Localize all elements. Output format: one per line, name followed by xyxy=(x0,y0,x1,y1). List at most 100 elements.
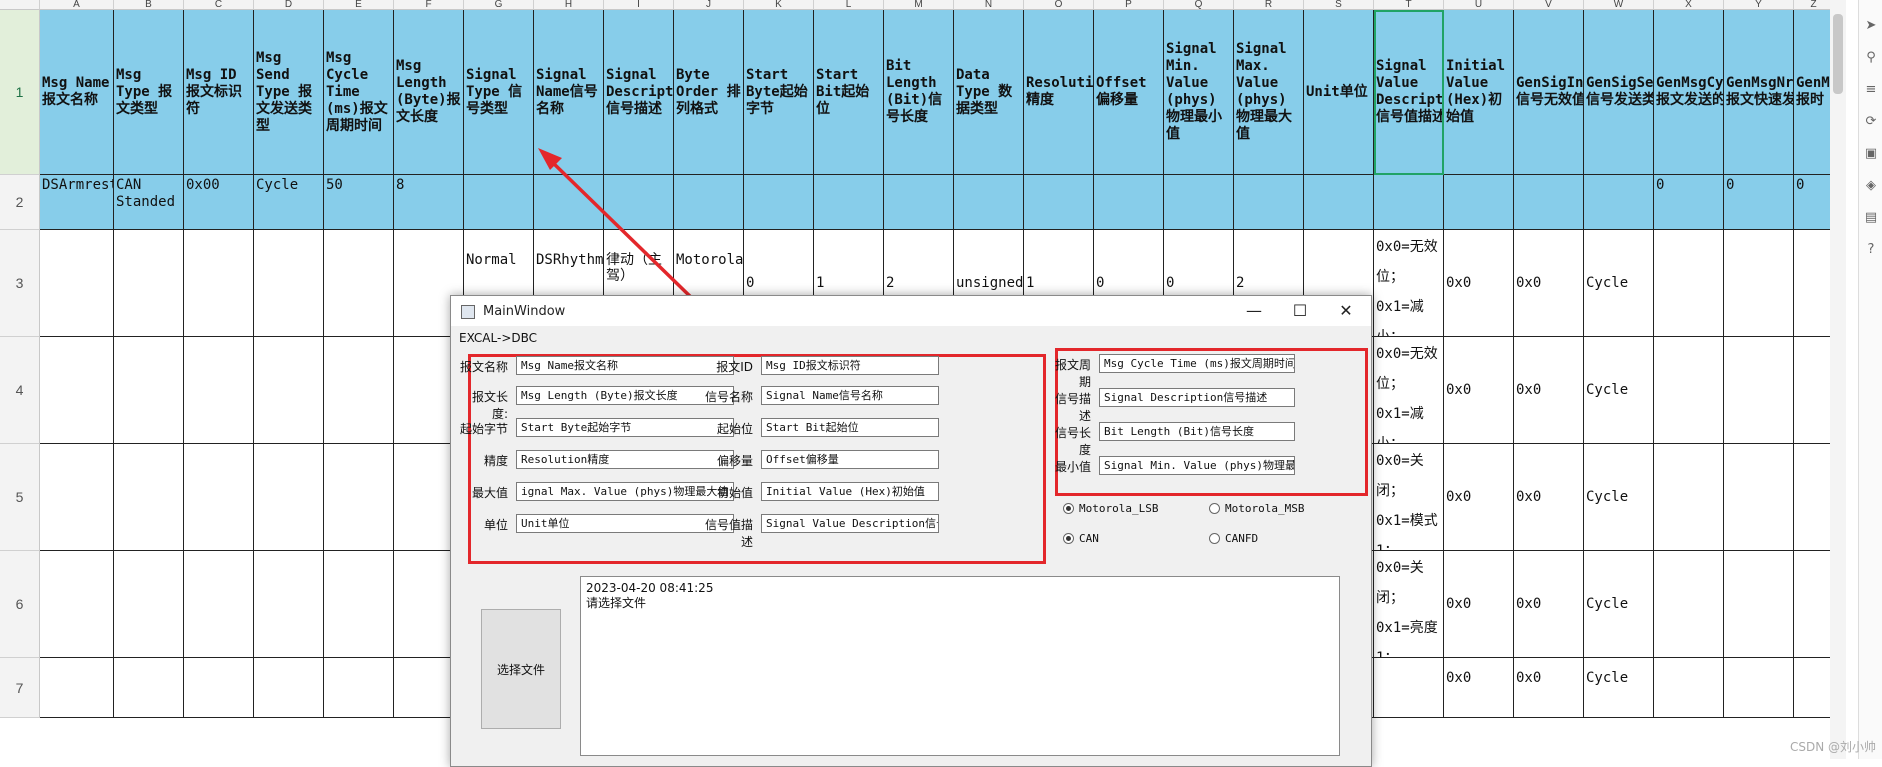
header-cell[interactable]: Signal Value Description信号值描述 xyxy=(1374,10,1444,175)
column-header[interactable]: R xyxy=(1234,0,1304,10)
data-cell[interactable]: 0x0 xyxy=(1444,658,1514,718)
column-header[interactable]: W xyxy=(1584,0,1654,10)
data-cell[interactable] xyxy=(1724,551,1794,658)
data-cell[interactable]: Cycle xyxy=(1584,337,1654,444)
column-header[interactable]: S xyxy=(1304,0,1374,10)
close-button[interactable]: ✕ xyxy=(1323,296,1369,326)
row-header[interactable]: 5 xyxy=(0,444,40,551)
header-cell[interactable]: Signal Min. Value (phys) 物理最小值 xyxy=(1164,10,1234,175)
header-cell[interactable]: Bit Length (Bit)信号长度 xyxy=(884,10,954,175)
header-cell[interactable]: Signal Name信号名称 xyxy=(534,10,604,175)
data-cell[interactable] xyxy=(114,337,184,444)
data-cell[interactable] xyxy=(1654,337,1724,444)
pin-icon[interactable]: ◈ xyxy=(1863,178,1879,194)
data-cell[interactable] xyxy=(184,444,254,551)
field-input-signal-name[interactable]: Signal Name信号名称 xyxy=(761,386,939,405)
data-cell[interactable] xyxy=(184,658,254,718)
header-cell[interactable]: GenSigSendType信号发送类型 xyxy=(1584,10,1654,175)
data-cell[interactable] xyxy=(1724,337,1794,444)
data-cell[interactable] xyxy=(254,230,324,337)
field-input-msg-cycle[interactable]: Msg Cycle Time (ms)报文周期时间 xyxy=(1099,354,1295,373)
vertical-scrollbar-thumb[interactable] xyxy=(1833,14,1843,94)
data-cell[interactable] xyxy=(674,175,744,230)
data-cell[interactable] xyxy=(1794,551,1830,658)
data-cell[interactable] xyxy=(1584,175,1654,230)
data-cell[interactable]: 0x0 xyxy=(1514,551,1584,658)
data-cell[interactable] xyxy=(1654,551,1724,658)
menu-excal-dbc[interactable]: EXCAL->DBC xyxy=(459,331,537,345)
column-header[interactable]: K xyxy=(744,0,814,10)
header-cell[interactable]: Msg Send Type 报文发送类型 xyxy=(254,10,324,175)
field-input-min-value[interactable]: Signal Min. Value (phys)物理最小值 xyxy=(1099,456,1295,475)
header-cell[interactable]: Msg Type 报文类型 xyxy=(114,10,184,175)
data-cell[interactable] xyxy=(1724,230,1794,337)
header-cell[interactable]: GenSigInactiveValue 信号无效值 xyxy=(1514,10,1584,175)
data-cell[interactable] xyxy=(324,444,394,551)
column-header[interactable]: B xyxy=(114,0,184,10)
data-cell[interactable]: 8 xyxy=(394,175,464,230)
data-cell[interactable] xyxy=(1304,175,1374,230)
data-cell[interactable] xyxy=(1794,658,1830,718)
field-input-msg-id[interactable]: Msg ID报文标识符 xyxy=(761,356,939,375)
data-cell[interactable] xyxy=(534,175,604,230)
column-header[interactable]: Y xyxy=(1724,0,1794,10)
window-titlebar[interactable]: MainWindow — ☐ ✕ xyxy=(451,296,1371,326)
data-cell[interactable] xyxy=(954,175,1024,230)
data-cell[interactable]: 0x0 xyxy=(1514,444,1584,551)
data-cell[interactable] xyxy=(744,175,814,230)
data-cell[interactable]: CAN Standed xyxy=(114,175,184,230)
data-cell[interactable]: 0 xyxy=(1794,175,1830,230)
data-cell[interactable]: 0x0=关闭； 0x1=模式1； 0x2=模式2； 0x3=模式3； xyxy=(1374,444,1444,551)
maximize-button[interactable]: ☐ xyxy=(1277,296,1323,326)
data-cell[interactable] xyxy=(1724,444,1794,551)
column-header[interactable]: X xyxy=(1654,0,1724,10)
column-header[interactable]: L xyxy=(814,0,884,10)
header-cell[interactable]: Signal Type 信号类型 xyxy=(464,10,534,175)
data-cell[interactable] xyxy=(1654,444,1724,551)
main-window[interactable]: MainWindow — ☐ ✕ EXCAL->DBC 报文名称 Msg Name… xyxy=(450,295,1372,767)
data-cell[interactable]: 0 xyxy=(1724,175,1794,230)
row-header[interactable]: 3 xyxy=(0,230,40,337)
data-cell[interactable]: 0x0=无效位； 0x1=减小； 0x2=增大 xyxy=(1374,337,1444,444)
field-input-signal-length[interactable]: Bit Length (Bit)信号长度 xyxy=(1099,422,1295,441)
radio-motorola-msb[interactable]: Motorola_MSB xyxy=(1209,502,1304,515)
data-cell[interactable] xyxy=(324,551,394,658)
data-cell[interactable] xyxy=(40,551,114,658)
data-cell[interactable]: 0x0 xyxy=(1444,551,1514,658)
data-cell[interactable] xyxy=(254,658,324,718)
data-cell[interactable] xyxy=(1094,175,1164,230)
select-all-corner[interactable] xyxy=(0,0,40,10)
header-cell[interactable]: GenMsgNrOfRepetition 报文快速发送的次数 xyxy=(1724,10,1794,175)
column-header[interactable]: J xyxy=(674,0,744,10)
data-cell[interactable] xyxy=(324,658,394,718)
data-cell[interactable]: Cycle xyxy=(1584,551,1654,658)
data-cell[interactable] xyxy=(40,444,114,551)
header-cell[interactable]: Msg ID 报文标识符 xyxy=(184,10,254,175)
column-header[interactable]: F xyxy=(394,0,464,10)
header-cell[interactable]: Msg Cycle Time (ms)报文周期时间 xyxy=(324,10,394,175)
data-cell[interactable] xyxy=(1444,175,1514,230)
header-cell[interactable]: Msg Length (Byte)报文长度 xyxy=(394,10,464,175)
data-cell[interactable]: DSArmrestscreen1_ONE xyxy=(40,175,114,230)
data-cell[interactable] xyxy=(254,337,324,444)
data-cell[interactable] xyxy=(324,230,394,337)
column-header[interactable]: O xyxy=(1024,0,1094,10)
image-icon[interactable]: ▣ xyxy=(1863,146,1879,162)
column-header[interactable]: D xyxy=(254,0,324,10)
column-header[interactable]: C xyxy=(184,0,254,10)
data-cell[interactable]: Cycle xyxy=(1584,444,1654,551)
row-header[interactable]: 4 xyxy=(0,337,40,444)
book-icon[interactable]: ▤ xyxy=(1863,210,1879,226)
column-header[interactable]: M xyxy=(884,0,954,10)
field-input-signal-value-desc[interactable]: Signal Value Description信号值描述 xyxy=(761,514,939,533)
column-header[interactable]: N xyxy=(954,0,1024,10)
row-header[interactable]: 2 xyxy=(0,175,40,230)
data-cell[interactable] xyxy=(1514,175,1584,230)
header-cell[interactable]: Offset 偏移量 xyxy=(1094,10,1164,175)
data-cell[interactable] xyxy=(114,551,184,658)
data-cell[interactable]: 0 xyxy=(1654,175,1724,230)
data-cell[interactable] xyxy=(1024,175,1094,230)
data-cell[interactable]: 0x0 xyxy=(1514,337,1584,444)
data-cell[interactable]: 0x0=无效位； 0x1=减小； 0x2=增大 xyxy=(1374,230,1444,337)
column-header[interactable]: I xyxy=(604,0,674,10)
